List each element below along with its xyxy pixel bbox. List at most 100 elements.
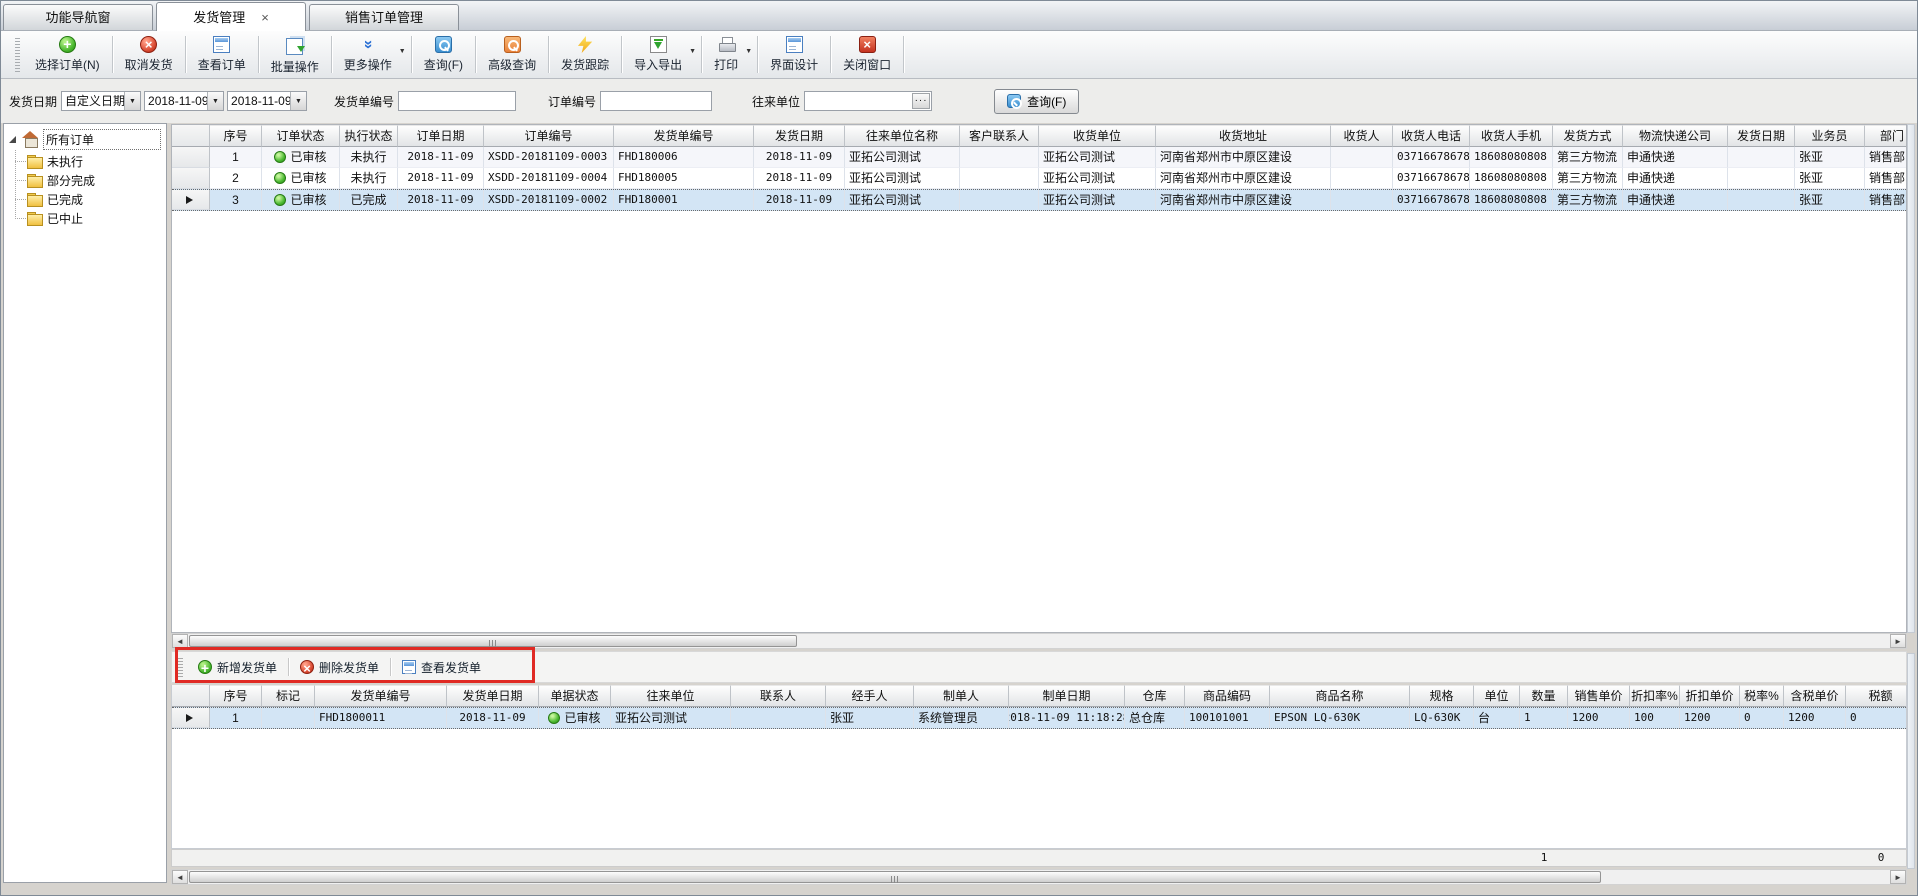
column-header[interactable]: 收货人手机 — [1470, 125, 1553, 147]
table-cell[interactable]: 03716678678 — [1393, 168, 1470, 189]
table-cell[interactable]: 河南省郑州市中原区建设 — [1156, 147, 1331, 168]
table-cell[interactable] — [1728, 168, 1795, 189]
order-no-input[interactable] — [600, 91, 712, 111]
column-header[interactable]: 订单状态 — [262, 125, 340, 147]
table-cell[interactable] — [1728, 190, 1795, 210]
table-cell[interactable]: 台 — [1474, 708, 1520, 728]
table-cell[interactable]: 河南省郑州市中原区建设 — [1156, 190, 1331, 210]
column-header[interactable]: 含税单价 — [1784, 685, 1846, 707]
table-cell[interactable]: 03716678678 — [1393, 190, 1470, 210]
scrollbar-thumb[interactable] — [189, 635, 797, 647]
toolbar-grip[interactable] — [178, 657, 183, 677]
table-cell[interactable] — [1728, 147, 1795, 168]
table-row[interactable]: 1已审核未执行2018-11-09XSDD-20181109-0003FHD18… — [172, 147, 1906, 168]
column-header[interactable]: 部门 — [1865, 125, 1907, 147]
table-cell[interactable]: 第三方物流 — [1553, 168, 1623, 189]
column-header[interactable]: 收货地址 — [1156, 125, 1331, 147]
column-header[interactable]: 发货单日期 — [447, 685, 539, 707]
table-cell[interactable]: FHD180006 — [614, 147, 754, 168]
table-cell[interactable]: 系统管理员 — [914, 708, 1009, 728]
column-header[interactable]: 收货单位 — [1039, 125, 1156, 147]
tree-item-未执行[interactable]: 未执行 — [4, 152, 166, 171]
table-cell[interactable]: 2018-11-09 — [398, 168, 484, 189]
column-header[interactable]: 制单日期 — [1009, 685, 1125, 707]
column-header[interactable]: 发货日期 — [754, 125, 845, 147]
table-cell[interactable] — [262, 708, 315, 728]
horizontal-scrollbar[interactable]: ◄ ► — [171, 633, 1907, 649]
table-cell[interactable]: 亚拓公司测试 — [845, 147, 960, 168]
table-cell[interactable]: 3 — [210, 190, 262, 210]
table-cell[interactable]: 张亚 — [1795, 190, 1865, 210]
detail-button-view-form[interactable]: 查看发货单 — [393, 656, 490, 679]
table-cell[interactable]: 已审核 — [262, 168, 340, 189]
table-cell[interactable]: 销售部 — [1865, 190, 1907, 210]
column-header[interactable]: 规格 — [1410, 685, 1474, 707]
scroll-left-button[interactable]: ◄ — [172, 870, 188, 884]
table-cell[interactable]: 亚拓公司测试 — [845, 190, 960, 210]
column-header[interactable]: 联系人 — [731, 685, 826, 707]
column-header[interactable]: 往来单位 — [611, 685, 731, 707]
horizontal-scrollbar[interactable]: ◄ ► — [171, 869, 1907, 885]
toolbar-button-print[interactable]: 打印▼ — [703, 31, 756, 78]
table-cell[interactable]: 2018-11-09 11:18:28 — [1009, 708, 1125, 728]
table-cell[interactable]: 未执行 — [340, 168, 398, 189]
chevron-down-icon[interactable]: ▼ — [689, 48, 696, 55]
column-header[interactable]: 税额 — [1846, 685, 1907, 707]
table-cell[interactable]: 1200 — [1568, 708, 1630, 728]
tab-item[interactable]: 功能导航窗 — [3, 4, 153, 30]
table-cell[interactable]: 第三方物流 — [1553, 147, 1623, 168]
toolbar-button-search[interactable]: 查询(F) — [413, 31, 474, 78]
table-cell[interactable]: 亚拓公司测试 — [611, 708, 731, 728]
table-cell[interactable]: 2018-11-09 — [398, 147, 484, 168]
column-header[interactable]: 税率% — [1740, 685, 1784, 707]
tree-item-已完成[interactable]: 已完成 — [4, 190, 166, 209]
close-icon[interactable]: × — [261, 11, 269, 24]
table-cell[interactable]: 销售部 — [1865, 168, 1907, 189]
column-header[interactable]: 往来单位名称 — [845, 125, 960, 147]
column-header[interactable]: 收货人 — [1331, 125, 1393, 147]
table-cell[interactable]: 亚拓公司测试 — [1039, 168, 1156, 189]
ship-no-input[interactable] — [398, 91, 516, 111]
table-cell[interactable]: 张亚 — [1795, 168, 1865, 189]
table-cell[interactable]: XSDD-20181109-0002 — [484, 190, 614, 210]
toolbar-button-cancel-ship[interactable]: 取消发货 — [114, 31, 184, 78]
column-header[interactable]: 发货单编号 — [315, 685, 447, 707]
column-header[interactable]: 数量 — [1520, 685, 1568, 707]
chevron-down-icon[interactable]: ▼ — [745, 48, 752, 55]
table-cell[interactable] — [731, 708, 826, 728]
vertical-scrollbar[interactable] — [1907, 124, 1915, 633]
table-cell[interactable]: XSDD-20181109-0003 — [484, 147, 614, 168]
column-header[interactable]: 业务员 — [1795, 125, 1865, 147]
table-cell[interactable]: 2018-11-09 — [754, 190, 845, 210]
tree-item-已中止[interactable]: 已中止 — [4, 209, 166, 228]
column-header[interactable]: 收货人电话 — [1393, 125, 1470, 147]
column-header[interactable]: 执行状态 — [340, 125, 398, 147]
table-cell[interactable]: 1200 — [1784, 708, 1846, 728]
toolbar-button-import-export[interactable]: 导入导出▼ — [623, 31, 700, 78]
table-cell[interactable]: 亚拓公司测试 — [1039, 190, 1156, 210]
toolbar-button-batch-ops[interactable]: 批量操作 — [260, 31, 330, 78]
table-cell[interactable] — [960, 168, 1039, 189]
column-header[interactable]: 单位 — [1474, 685, 1520, 707]
table-cell[interactable]: FHD180001 — [614, 190, 754, 210]
vertical-scrollbar[interactable] — [1907, 653, 1915, 869]
table-cell[interactable]: 1 — [210, 147, 262, 168]
tab-item[interactable]: 销售订单管理 — [309, 4, 459, 30]
table-cell[interactable]: EPSON LQ-630K — [1270, 708, 1410, 728]
column-header[interactable]: 单据状态 — [539, 685, 611, 707]
table-row[interactable]: 1FHD18000112018-11-09已审核亚拓公司测试张亚系统管理员201… — [172, 707, 1906, 729]
column-header[interactable]: 商品编码 — [1185, 685, 1270, 707]
toolbar-grip[interactable] — [15, 37, 20, 72]
column-header[interactable]: 商品名称 — [1270, 685, 1410, 707]
table-cell[interactable]: 1 — [210, 708, 262, 728]
toolbar-button-lightning[interactable]: 发货跟踪 — [550, 31, 620, 78]
column-header[interactable]: 发货方式 — [1553, 125, 1623, 147]
date-from-combobox[interactable]: 2018-11-09 ▼ — [144, 91, 224, 111]
column-header[interactable]: 折扣率% — [1630, 685, 1680, 707]
scroll-right-button[interactable]: ► — [1890, 634, 1906, 648]
column-header[interactable]: 折扣单价 — [1680, 685, 1740, 707]
table-cell[interactable]: XSDD-20181109-0004 — [484, 168, 614, 189]
table-cell[interactable]: FHD180005 — [614, 168, 754, 189]
table-cell[interactable]: FHD1800011 — [315, 708, 447, 728]
table-cell[interactable]: 2018-11-09 — [447, 708, 539, 728]
